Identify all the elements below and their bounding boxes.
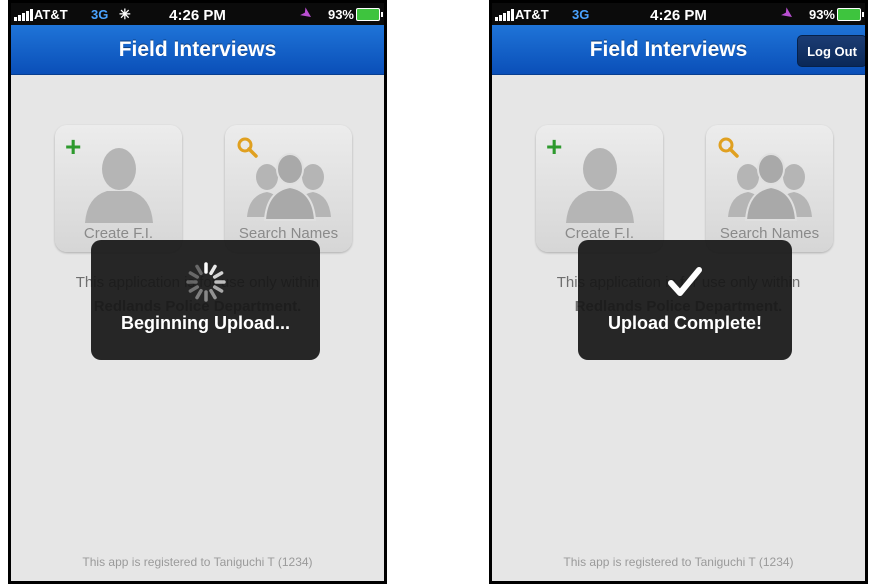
upload-progress-hud: Beginning Upload... bbox=[91, 240, 320, 360]
search-icon bbox=[237, 137, 258, 158]
nav-bar: Field Interviews Log Out bbox=[492, 25, 865, 75]
battery-percent: 93% bbox=[808, 7, 835, 22]
hud-message: Upload Complete! bbox=[607, 313, 762, 333]
battery-icon bbox=[837, 8, 864, 21]
status-bar: AT&T 3G ✳ 4:26 PM ➤ 93% bbox=[11, 3, 384, 25]
registration-footer: This app is registered to Taniguchi T (1… bbox=[563, 555, 794, 569]
search-names-button[interactable]: Search Names bbox=[225, 125, 352, 252]
plus-icon: + bbox=[65, 131, 82, 162]
hud-message: Beginning Upload... bbox=[121, 313, 290, 333]
create-fi-button[interactable]: + Create F.I. bbox=[55, 125, 182, 252]
battery-icon bbox=[356, 8, 383, 21]
nav-bar: Field Interviews bbox=[11, 25, 384, 75]
search-names-button[interactable]: Search Names bbox=[706, 125, 833, 252]
create-fi-button[interactable]: + Create F.I. bbox=[536, 125, 663, 252]
status-bar: AT&T 3G 4:26 PM ➤ 93% bbox=[492, 3, 865, 25]
log-out-button[interactable]: Log Out bbox=[797, 35, 865, 67]
page-title: Field Interviews bbox=[118, 38, 277, 61]
battery-percent: 93% bbox=[327, 7, 354, 22]
upload-complete-hud: Upload Complete! bbox=[578, 240, 792, 360]
spinner-icon bbox=[185, 262, 226, 302]
phone-screen-complete: AT&T 3G 4:26 PM ➤ 93% Field Interviews L… bbox=[489, 0, 868, 584]
registration-footer: This app is registered to Taniguchi T (1… bbox=[82, 555, 313, 569]
checkmark-icon bbox=[668, 267, 702, 296]
phone-screen-uploading: AT&T 3G ✳ 4:26 PM ➤ 93% Field Interviews… bbox=[8, 0, 387, 584]
plus-icon: + bbox=[546, 131, 563, 162]
search-icon bbox=[718, 137, 739, 158]
